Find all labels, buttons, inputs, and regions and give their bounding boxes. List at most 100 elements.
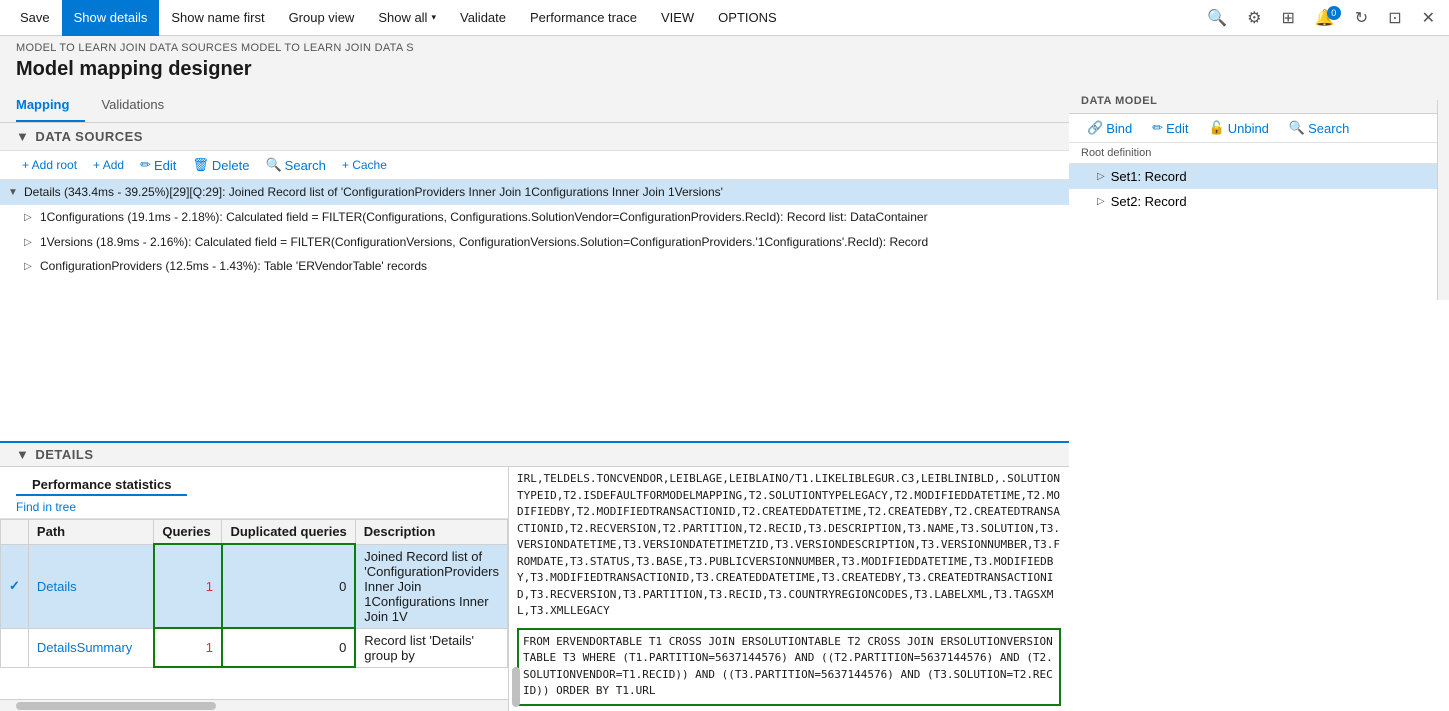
table-row-detailssummary[interactable]: DetailsSummary 1 0 Record list 'Details'…: [1, 628, 508, 667]
delete-button[interactable]: 🗑 Delete: [186, 155, 255, 175]
details-toggle[interactable]: ▼: [16, 447, 29, 462]
col-header-path: Path: [28, 520, 153, 545]
details-header: ▼ DETAILS: [0, 443, 1069, 467]
datasources-label: DATA SOURCES: [35, 129, 143, 144]
search-label-ds: Search: [285, 158, 326, 173]
row-details-check: ✓: [1, 544, 29, 628]
left-main: Mapping Validations ▼ DATA SOURCES + Add…: [0, 89, 1069, 711]
bind-button[interactable]: 🔗 Bind: [1081, 118, 1138, 138]
tree-item-1versions-text: 1Versions (18.9ms - 2.16%): Calculated f…: [40, 234, 1053, 251]
content-area: MODEL TO LEARN JOIN DATA SOURCES MODEL T…: [0, 36, 1449, 711]
save-button[interactable]: Save: [8, 0, 62, 36]
page-title: Model mapping designer: [0, 56, 1449, 89]
tree-item-1configs-text: 1Configurations (19.1ms - 2.18%): Calcul…: [40, 209, 1053, 226]
show-all-label: Show all: [378, 10, 427, 25]
windows-icon[interactable]: ⊞: [1275, 6, 1300, 30]
validate-button[interactable]: Validate: [448, 0, 518, 36]
tree-toggle-1configs[interactable]: ▷: [24, 211, 36, 225]
edit-label: Edit: [154, 158, 176, 173]
dm-item-set1-label: Set1: Record: [1111, 169, 1187, 184]
right-scrollbar-thumb: [512, 667, 520, 707]
toolbar-search-area: 🔍: [1201, 6, 1233, 30]
col-header-desc: Description: [355, 520, 507, 545]
add-button[interactable]: + Add: [87, 156, 130, 174]
h-scrollbar-thumb: [16, 702, 216, 710]
dm-item-set1-toggle[interactable]: ▷: [1097, 171, 1105, 182]
performance-trace-button[interactable]: Performance trace: [518, 0, 649, 36]
datasources-toolbar: + Add root + Add ✏ Edit 🗑 Delete 🔍 Se: [0, 151, 1069, 180]
tree-toggle-1versions[interactable]: ▷: [24, 236, 36, 250]
perf-stats-title: Performance statistics: [16, 471, 187, 496]
external-icon[interactable]: ⊡: [1382, 6, 1407, 30]
datasources-section-header: ▼ DATA SOURCES: [0, 123, 1069, 151]
group-view-button[interactable]: Group view: [277, 0, 367, 36]
options-button[interactable]: OPTIONS: [706, 0, 789, 36]
perf-table-wrapper: Path Queries Duplicated queries Descript…: [0, 519, 508, 699]
unbind-button[interactable]: 🔓 Unbind: [1203, 118, 1275, 138]
close-icon[interactable]: ✕: [1416, 6, 1441, 30]
h-scrollbar[interactable]: [0, 699, 508, 711]
col-header-check: [1, 520, 29, 545]
tab-validations[interactable]: Validations: [101, 89, 180, 122]
row-details-dup: 0: [222, 544, 355, 628]
tree-item-configproviders-text: ConfigurationProviders (12.5ms - 1.43%):…: [40, 258, 1053, 275]
perf-table: Path Queries Duplicated queries Descript…: [0, 519, 508, 668]
tree-item-configproviders[interactable]: ▷ ConfigurationProviders (12.5ms - 1.43%…: [0, 254, 1069, 279]
dm-search-button[interactable]: 🔍 Search: [1283, 118, 1355, 138]
search-icon-ds: 🔍: [265, 157, 281, 173]
bind-label: Bind: [1106, 121, 1132, 136]
perf-stats-header: Performance statistics: [0, 467, 508, 496]
refresh-icon[interactable]: ↻: [1349, 6, 1374, 30]
tab-mapping[interactable]: Mapping: [16, 89, 85, 122]
toolbar-icons: ⚙ ⊞ 🔔 0 ↻ ⊡ ✕: [1241, 6, 1441, 30]
edit-icon: ✏: [140, 157, 151, 173]
notification-icon[interactable]: 🔔 0: [1309, 6, 1341, 30]
edit-button[interactable]: ✏ Edit: [134, 155, 182, 175]
dm-item-set2-label: Set2: Record: [1111, 194, 1187, 209]
dm-edit-button[interactable]: ✏ Edit: [1146, 118, 1194, 138]
find-in-tree-button[interactable]: Find in tree: [0, 496, 508, 519]
dm-edit-label: Edit: [1166, 121, 1188, 136]
search-button[interactable]: 🔍: [1201, 6, 1233, 30]
datasources-toggle[interactable]: ▼: [16, 129, 29, 144]
dm-scrollbar[interactable]: [1437, 100, 1449, 300]
data-model-header: DATA MODEL: [1069, 89, 1449, 114]
show-details-button[interactable]: Show details: [62, 0, 160, 36]
row-detailssummary-path: DetailsSummary: [28, 628, 153, 667]
delete-label: Delete: [212, 158, 250, 173]
dm-item-set2[interactable]: ▷ Set2: Record: [1069, 189, 1449, 214]
tree-toggle-details[interactable]: ▼: [8, 186, 20, 200]
row-details-queries: 1: [154, 544, 222, 628]
unbind-icon: 🔓: [1209, 120, 1225, 136]
row-detailssummary-dup: 0: [222, 628, 355, 667]
sql-desc-panel: IRL,TELDELS.TONCVENDOR,LEIBLAGE,LEIBLAIN…: [509, 467, 1069, 711]
unbind-label: Unbind: [1228, 121, 1269, 136]
add-root-button[interactable]: + Add root: [16, 156, 83, 174]
dm-item-set1[interactable]: ▷ Set1: Record: [1069, 164, 1449, 189]
row-detailssummary-desc: Record list 'Details' group by: [355, 628, 507, 667]
table-row-details[interactable]: ✓ Details 1 0 Joined Record list of 'Con…: [1, 544, 508, 628]
view-button[interactable]: VIEW: [649, 0, 706, 36]
breadcrumb: MODEL TO LEARN JOIN DATA SOURCES MODEL T…: [0, 36, 1449, 56]
right-panel: DATA MODEL 🔗 Bind ✏ Edit 🔓 Unbind: [1069, 89, 1449, 711]
dm-edit-icon: ✏: [1152, 120, 1163, 136]
dm-item-set2-toggle[interactable]: ▷: [1097, 196, 1105, 207]
show-all-button[interactable]: Show all ▾: [366, 0, 448, 36]
delete-icon: 🗑: [192, 157, 209, 173]
tree-item-details[interactable]: ▼ Details (343.4ms - 39.25%)[29][Q:29]: …: [0, 180, 1069, 205]
dm-search-icon: 🔍: [1289, 120, 1305, 136]
settings-icon[interactable]: ⚙: [1241, 6, 1267, 30]
search-button-ds[interactable]: 🔍 Search: [259, 155, 331, 175]
details-section: ▼ DETAILS Performance statistics Find in…: [0, 441, 1069, 711]
tree-toggle-configproviders[interactable]: ▷: [24, 260, 36, 274]
tree-item-1configs[interactable]: ▷ 1Configurations (19.1ms - 2.18%): Calc…: [0, 205, 1069, 230]
row-detailssummary-queries: 1: [154, 628, 222, 667]
cache-button[interactable]: + Cache: [336, 156, 393, 174]
row-details-desc: Joined Record list of 'ConfigurationProv…: [355, 544, 507, 628]
tree-item-details-text: Details (343.4ms - 39.25%)[29][Q:29]: Jo…: [24, 184, 1053, 201]
sql-top-text: IRL,TELDELS.TONCVENDOR,LEIBLAGE,LEIBLAIN…: [517, 471, 1061, 620]
tree-item-1versions[interactable]: ▷ 1Versions (18.9ms - 2.16%): Calculated…: [0, 230, 1069, 255]
show-name-first-button[interactable]: Show name first: [159, 0, 276, 36]
datasources-tree: ▼ Details (343.4ms - 39.25%)[29][Q:29]: …: [0, 180, 1069, 441]
toolbar: Save Show details Show name first Group …: [0, 0, 1449, 36]
